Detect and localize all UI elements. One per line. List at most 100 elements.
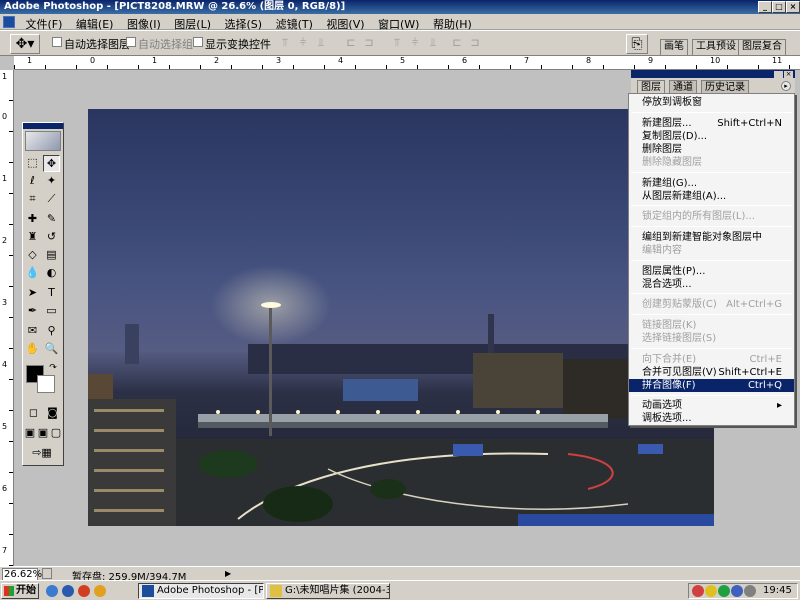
taskbar-item-photoshop[interactable]: Adobe Photoshop - [PIC... [138, 583, 264, 599]
desktop-quicklaunch-icon[interactable] [46, 585, 58, 597]
menu-item-lock-all-layers[interactable]: 锁定组内的所有图层(L)... [629, 210, 794, 223]
start-button[interactable]: 开始 [1, 583, 39, 599]
tab-channels[interactable]: 通道 [669, 80, 697, 94]
menu-item-palette-options[interactable]: 调板选项... [629, 412, 794, 425]
eyedropper-icon[interactable]: ⚲ [43, 323, 60, 340]
crop-tool-icon[interactable]: ⌗ [24, 191, 41, 208]
media-quicklaunch-icon[interactable] [78, 585, 90, 597]
move-tool-preset-button[interactable]: ✥▾ [10, 34, 40, 54]
slice-tool-icon[interactable]: ⟋ [43, 191, 60, 208]
show-transform-checkbox[interactable] [193, 37, 203, 47]
screen-mode-menu-icon[interactable]: ▣ [37, 425, 49, 442]
menu-item-select-linked-layers[interactable]: 选择链接图层(S) [629, 332, 794, 345]
menu-item-blending-options[interactable]: 混合选项... [629, 278, 794, 291]
brush-tool-icon[interactable]: ✎ [43, 211, 60, 228]
path-selection-icon[interactable]: ➤ [24, 285, 41, 302]
dodge-tool-icon[interactable]: ◐ [43, 265, 60, 282]
auto-select-layer-checkbox[interactable] [52, 37, 62, 47]
quickmask-mode-icon[interactable]: ◙ [44, 405, 61, 422]
blur-tool-icon[interactable]: 💧 [24, 265, 41, 282]
zoom-tool-icon[interactable]: 🔍 [43, 341, 60, 358]
menu-item-edit-contents[interactable]: 编辑内容 [629, 244, 794, 257]
tools-panel-header[interactable] [23, 123, 63, 129]
night-city-photo [88, 109, 714, 526]
background-color-swatch[interactable] [37, 375, 55, 393]
standard-mode-icon[interactable]: ◻ [25, 405, 42, 422]
align-hcenter-icon[interactable]: ⊐ [362, 37, 376, 49]
well-tab-brushes[interactable]: 画笔 [660, 39, 688, 55]
menu-item-group-into-smart-object[interactable]: 编组到新建智能对象图层中 [629, 231, 794, 244]
menu-item-duplicate-layer[interactable]: 复制图层(D)... [629, 130, 794, 143]
panel-minimize-icon[interactable] [774, 71, 783, 78]
menu-item-label: 选择链接图层(S) [642, 333, 717, 344]
tab-history[interactable]: 历史记录 [701, 80, 749, 94]
shape-tool-icon[interactable]: ▭ [43, 303, 60, 320]
eraser-tool-icon[interactable]: ◇ [24, 247, 41, 264]
lasso-tool-icon[interactable]: ℓ [24, 173, 41, 190]
distribute-vcenter-icon[interactable]: ⫩ [408, 37, 422, 49]
menu-item-layer-properties[interactable]: 图层属性(P)... [629, 265, 794, 278]
pen-tool-icon[interactable]: ✒ [24, 303, 41, 320]
align-bottom-icon[interactable]: ⫫ [314, 37, 328, 49]
align-top-icon[interactable]: ⫪ [278, 37, 292, 49]
notes-tool-icon[interactable]: ✉ [24, 323, 41, 340]
photoshop-app-icon[interactable] [3, 16, 15, 28]
move-tool-icon[interactable]: ✥ [43, 155, 60, 172]
panel-close-icon[interactable]: × [784, 71, 793, 78]
ruler-v-label: 7 [2, 546, 8, 555]
distribute-left-icon[interactable]: ⊏ [450, 37, 464, 49]
distribute-bottom-icon[interactable]: ⫫ [426, 37, 440, 49]
panel-menu-arrow-icon[interactable]: ▸ [781, 81, 791, 91]
menu-item-dock-to-well[interactable]: 停放到调板窗 [629, 96, 794, 109]
tray-icon[interactable] [731, 585, 743, 597]
tray-icon[interactable] [718, 585, 730, 597]
swap-colors-icon[interactable]: ↷ [47, 363, 59, 375]
status-arrow-icon[interactable]: ▶ [225, 569, 231, 578]
menu-item-label: 编组到新建智能对象图层中 [642, 232, 762, 243]
menu-item-flatten-image[interactable]: 拼合图像(F) Ctrl+Q [629, 379, 794, 392]
ruler-v-label: 4 [2, 360, 8, 369]
menu-item-delete-layer[interactable]: 删除图层 [629, 143, 794, 156]
clock[interactable]: 19:45 [763, 585, 792, 596]
history-brush-icon[interactable]: ↺ [43, 229, 60, 246]
distribute-right-icon[interactable]: ⊐ [468, 37, 482, 49]
auto-select-group-checkbox[interactable] [126, 37, 136, 47]
type-tool-icon[interactable]: T [43, 285, 60, 302]
marquee-tool-icon[interactable]: ⬚ [24, 155, 41, 172]
distribute-top-icon[interactable]: ⫪ [390, 37, 404, 49]
ie-quicklaunch-icon[interactable] [62, 585, 74, 597]
well-tab-tool-presets[interactable]: 工具预设 [692, 39, 740, 55]
taskbar-item-folder[interactable]: G:\未知唱片集 (2004-3-... [266, 583, 390, 599]
status-menu-icon[interactable] [42, 568, 52, 579]
file-browser-button[interactable]: ⎘ [626, 34, 648, 54]
menu-item-merge-visible[interactable]: 合并可见图层(V) Shift+Ctrl+E [629, 366, 794, 379]
restore-button[interactable]: □ [772, 1, 786, 13]
menu-item-create-clipping-mask[interactable]: 创建剪贴蒙版(C) Alt+Ctrl+G [629, 298, 794, 311]
menu-item-merge-down[interactable]: 向下合并(E) Ctrl+E [629, 353, 794, 366]
menu-item-animation-options[interactable]: 动画选项 ▸ [629, 399, 794, 412]
minimize-button[interactable]: _ [758, 1, 772, 13]
tab-layers[interactable]: 图层 [637, 80, 665, 94]
close-button[interactable]: × [786, 1, 800, 13]
magic-wand-icon[interactable]: ✦ [43, 173, 60, 190]
photoshop-feather-logo[interactable] [25, 131, 61, 151]
menu-item-delete-hidden-layers[interactable]: 删除隐藏图层 [629, 156, 794, 169]
align-left-icon[interactable]: ⊏ [344, 37, 358, 49]
jump-to-imageready-icon[interactable]: ⇨▦ [27, 445, 57, 462]
align-vcenter-icon[interactable]: ⫩ [296, 37, 310, 49]
screen-mode-standard-icon[interactable]: ▣ [24, 425, 36, 442]
gradient-tool-icon[interactable]: ▤ [43, 247, 60, 264]
menu-item-link-layers[interactable]: 链接图层(K) [629, 319, 794, 332]
menu-item-group-from-layers[interactable]: 从图层新建组(A)... [629, 190, 794, 203]
tray-icon[interactable] [692, 585, 704, 597]
well-tab-layer-comps[interactable]: 图层复合 [738, 39, 786, 55]
healing-brush-icon[interactable]: ✚ [24, 211, 41, 228]
hand-tool-icon[interactable]: ✋ [24, 341, 41, 358]
menu-item-new-layer[interactable]: 新建图层... Shift+Ctrl+N [629, 117, 794, 130]
clone-stamp-icon[interactable]: ♜ [24, 229, 41, 246]
app-quicklaunch-icon[interactable] [94, 585, 106, 597]
volume-icon[interactable] [744, 585, 756, 597]
tray-icon[interactable] [705, 585, 717, 597]
screen-mode-full-icon[interactable]: ▢ [50, 425, 62, 442]
menu-item-new-group[interactable]: 新建组(G)... [629, 177, 794, 190]
